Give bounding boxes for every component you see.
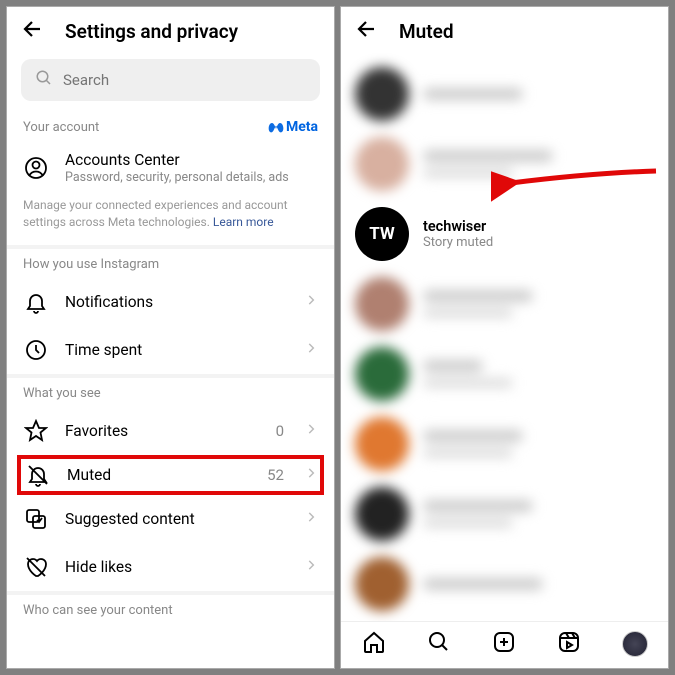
muted-list: TW techwiser Story muted [341, 53, 668, 621]
section-what-you-see: What you see [7, 378, 334, 407]
list-item[interactable] [341, 59, 668, 129]
chevron-right-icon [304, 465, 318, 484]
nav-reels-icon[interactable] [557, 630, 581, 658]
list-item-techwiser[interactable]: TW techwiser Story muted [341, 199, 668, 269]
bell-icon [23, 290, 49, 314]
bottom-nav [341, 621, 668, 668]
hide-likes-icon [23, 555, 49, 579]
accounts-center-subtitle: Password, security, personal details, ad… [65, 170, 318, 185]
section-who-can-see: Who can see your content [7, 595, 334, 624]
nav-create-icon[interactable] [492, 630, 516, 658]
section-how-you-use: How you use Instagram [7, 249, 334, 278]
accounts-center-title: Accounts Center [65, 151, 318, 169]
list-item[interactable] [341, 269, 668, 339]
page-title: Muted [399, 20, 454, 43]
list-item[interactable] [341, 549, 668, 619]
list-item[interactable] [341, 129, 668, 199]
meta-logo: Meta [268, 119, 318, 135]
notifications-row[interactable]: Notifications [7, 278, 334, 326]
back-arrow-icon[interactable] [355, 17, 379, 45]
suggested-icon [23, 507, 49, 531]
star-icon [23, 419, 49, 443]
header: Settings and privacy [7, 7, 334, 53]
list-item[interactable] [341, 409, 668, 479]
chevron-right-icon [304, 557, 318, 576]
settings-screen: Settings and privacy Your account Meta A… [6, 6, 335, 669]
learn-more-link[interactable]: Learn more [213, 215, 274, 229]
page-title: Settings and privacy [65, 20, 238, 43]
bell-muted-icon [25, 463, 51, 487]
header: Muted [341, 7, 668, 53]
user-name: techwiser [423, 218, 654, 235]
muted-count: 52 [267, 466, 284, 484]
muted-row[interactable]: Muted 52 [17, 455, 324, 495]
muted-screen: Muted TW techwiser Story mute [340, 6, 669, 669]
your-account-label: Your account [23, 120, 99, 135]
chevron-right-icon [304, 292, 318, 311]
search-input[interactable] [63, 71, 306, 89]
search-icon [35, 69, 53, 91]
favorites-row[interactable]: Favorites 0 [7, 407, 334, 455]
list-item[interactable] [341, 339, 668, 409]
suggested-content-row[interactable]: Suggested content [7, 495, 334, 543]
chevron-right-icon [304, 421, 318, 440]
accounts-info-text: Manage your connected experiences and ac… [7, 195, 334, 245]
back-arrow-icon[interactable] [21, 17, 45, 45]
search-bar[interactable] [21, 59, 320, 101]
clock-icon [23, 338, 49, 362]
chevron-right-icon [304, 340, 318, 359]
nav-home-icon[interactable] [362, 630, 386, 658]
time-spent-row[interactable]: Time spent [7, 326, 334, 374]
section-your-account: Your account Meta [7, 111, 334, 141]
chevron-right-icon [304, 509, 318, 528]
accounts-center-row[interactable]: Accounts Center Password, security, pers… [7, 141, 334, 195]
nav-profile-avatar[interactable] [622, 631, 648, 657]
nav-search-icon[interactable] [427, 630, 451, 658]
account-icon [23, 156, 49, 180]
user-sub: Story muted [423, 235, 654, 250]
list-item[interactable] [341, 479, 668, 549]
hide-likes-row[interactable]: Hide likes [7, 543, 334, 591]
avatar: TW [355, 207, 409, 261]
favorites-count: 0 [276, 422, 284, 440]
